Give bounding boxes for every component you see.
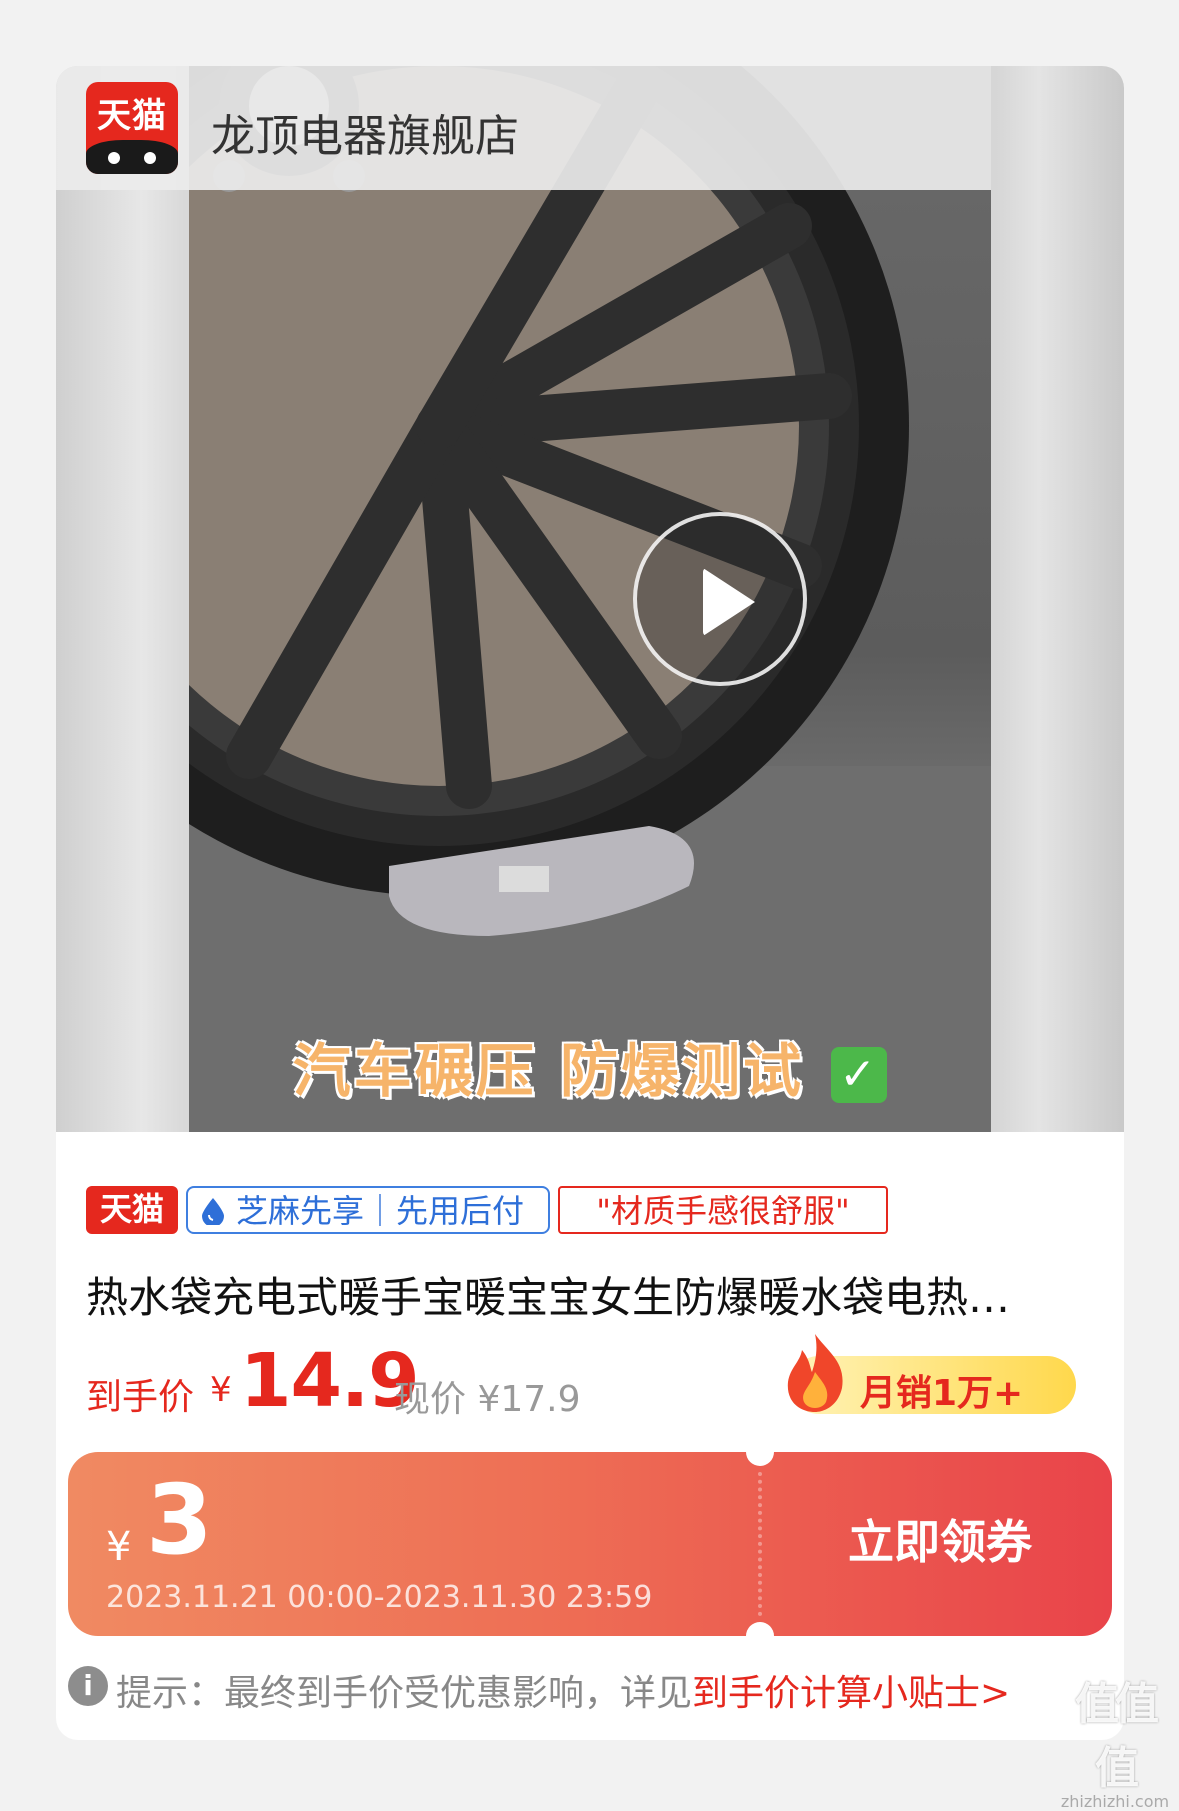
watermark: 值值值 zhizhizhi.com bbox=[1056, 1668, 1174, 1811]
tmall-badge: 天猫 bbox=[86, 1186, 178, 1234]
fire-icon bbox=[787, 1334, 843, 1412]
coupon-validity: 2023.11.21 00:00-2023.11.30 23:59 bbox=[106, 1580, 653, 1615]
video-caption-text: 汽车碾压 防爆测试 bbox=[292, 1037, 804, 1105]
coupon-amount: 3 bbox=[146, 1464, 213, 1576]
chevron-right-icon[interactable]: > bbox=[980, 1673, 1010, 1714]
price-row: 到手价 ¥ 14.9 现价 ¥17.9 月销1万+ bbox=[86, 1334, 1096, 1424]
product-title[interactable]: 热水袋充电式暖手宝暖宝宝女生防爆暖水袋电热… bbox=[86, 1264, 1086, 1325]
final-price-label: 到手价 bbox=[86, 1377, 195, 1418]
tmall-logo-text: 天猫 bbox=[97, 96, 167, 136]
product-card[interactable]: 汽车碾压 防爆测试 ✓ 天猫 龙顶电器旗舰店 天猫 芝麻先享｜先用后付 "材质手… bbox=[56, 66, 1124, 1740]
product-video[interactable]: 汽车碾压 防爆测试 ✓ bbox=[189, 66, 991, 1132]
coupon-divider bbox=[758, 1472, 762, 1616]
tmall-logo-icon: 天猫 bbox=[86, 82, 178, 174]
play-icon bbox=[703, 568, 755, 636]
coupon-notch-top bbox=[746, 1452, 774, 1466]
coupon-notch-bottom bbox=[746, 1622, 774, 1636]
play-button[interactable] bbox=[633, 512, 807, 686]
current-price: 现价 ¥17.9 bbox=[394, 1379, 581, 1420]
video-caption: 汽车碾压 防爆测试 ✓ bbox=[189, 1024, 991, 1108]
shop-name[interactable]: 龙顶电器旗舰店 bbox=[211, 100, 519, 164]
tmall-cat-icon bbox=[86, 140, 178, 174]
price-tip: i 提示：最终到手价受优惠影响，详见到手价计算小贴士> bbox=[68, 1660, 1118, 1716]
coupon-currency: ¥ bbox=[106, 1524, 132, 1570]
watermark-url: zhizhizhi.com bbox=[1060, 1792, 1170, 1811]
water-drop-icon bbox=[202, 1198, 224, 1225]
watermark-logo: 值值值 bbox=[1075, 1679, 1159, 1794]
tip-text: 提示：最终到手价受优惠影响，详见到手价计算小贴士> bbox=[116, 1664, 1010, 1716]
monthly-sales-badge: 月销1万+ bbox=[787, 1334, 1076, 1414]
price-tips-link[interactable]: 到手价计算小贴士 bbox=[692, 1673, 980, 1714]
review-quote-badge: "材质手感很舒服" bbox=[558, 1186, 888, 1234]
info-icon: i bbox=[68, 1666, 108, 1706]
monthly-sales-text: 月销1万+ bbox=[860, 1373, 1024, 1414]
shop-header[interactable]: 天猫 龙顶电器旗舰店 bbox=[56, 66, 991, 190]
zhima-badge: 芝麻先享｜先用后付 bbox=[186, 1186, 550, 1234]
final-price-currency: ¥ bbox=[210, 1370, 232, 1410]
coupon-card[interactable]: ¥ 3 2023.11.21 00:00-2023.11.30 23:59 立即… bbox=[68, 1452, 1112, 1636]
product-media[interactable]: 汽车碾压 防爆测试 ✓ 天猫 龙顶电器旗舰店 bbox=[56, 66, 1124, 1132]
video-frame bbox=[189, 66, 991, 1132]
check-icon: ✓ bbox=[831, 1046, 888, 1103]
zhima-badge-label: 芝麻先享｜先用后付 bbox=[236, 1192, 525, 1230]
claim-coupon-button[interactable]: 立即领券 bbox=[790, 1506, 1090, 1572]
final-price-value: 14.9 bbox=[240, 1338, 420, 1424]
tip-body: 提示：最终到手价受优惠影响，详见 bbox=[116, 1673, 693, 1714]
